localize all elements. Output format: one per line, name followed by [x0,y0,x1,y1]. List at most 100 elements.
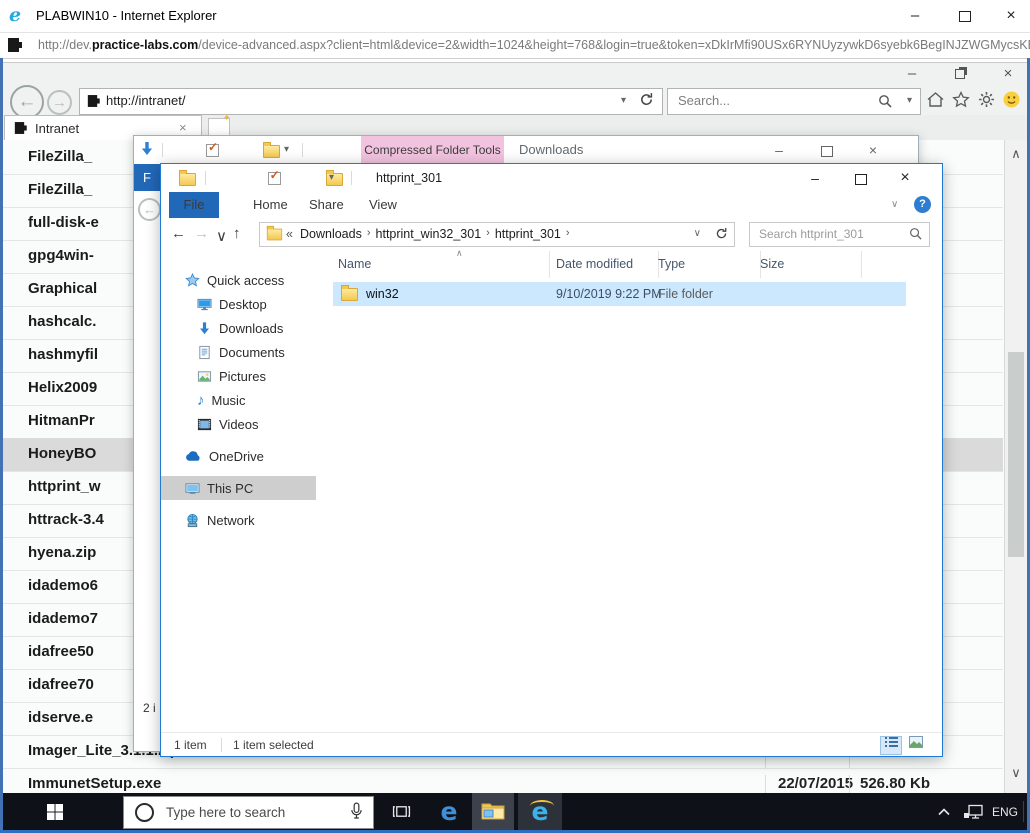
qat-folder-icon[interactable] [262,142,280,158]
breadcrumb[interactable]: « Downloads › httprint_win32_301 › httprint_… [259,222,710,247]
taskbar-internet-explorer-button[interactable]: e [518,793,562,830]
intranet-file-name[interactable]: gpg4win- [28,247,94,264]
intranet-file-name[interactable]: ImmunetSetup.exe [28,775,161,792]
tab-close-icon[interactable]: × [179,120,187,135]
compressed-folder-tools-tab[interactable]: Compressed Folder Tools [361,136,504,164]
favorites-star-icon[interactable] [952,90,970,112]
explorer-search-box[interactable]: Search httprint_301 [749,222,930,247]
column-header-name[interactable]: Name [333,251,550,278]
breadcrumb-segment[interactable]: httprint_win32_301 [376,227,482,241]
home-icon[interactable] [926,91,945,111]
downloads-back-button[interactable]: ← [138,198,161,221]
intranet-file-name[interactable]: httprint_w [28,478,101,495]
taskbar-search-box[interactable]: Type here to search [123,796,374,829]
intranet-file-name[interactable]: HitmanPr [28,412,95,429]
menu-tab-home[interactable]: Home [247,192,294,218]
nav-forward-icon[interactable]: → [194,225,209,242]
refresh-icon[interactable] [639,92,654,110]
inner-close-button[interactable]: × [991,65,1025,83]
search-dropdown-icon[interactable]: ▾ [907,95,912,106]
explorer-minimize-button[interactable]: – [798,167,832,189]
intranet-file-row[interactable]: ImmunetSetup.exe 22/07/2015 526.80 Kb [3,768,1003,793]
start-button[interactable] [0,793,110,830]
inner-minimize-button[interactable]: – [895,65,929,83]
microphone-icon[interactable] [350,802,363,824]
scroll-down-icon[interactable]: ∨ [1008,765,1024,781]
intranet-file-name[interactable]: idafree50 [28,643,94,660]
qat-dropdown-icon[interactable]: ▾ [284,144,289,155]
smiley-feedback-icon[interactable] [1003,91,1020,111]
details-view-button[interactable] [880,736,902,755]
intranet-file-name[interactable]: FileZilla_ [28,181,92,198]
qat-checkbox-icon[interactable] [206,140,219,157]
intranet-file-name[interactable]: idademo7 [28,610,98,627]
column-header-type[interactable]: Type [646,251,761,278]
menu-tab-file[interactable]: File [169,192,219,218]
ribbon-expand-chevron-icon[interactable]: ∨ [891,199,898,210]
breadcrumb-segment[interactable]: httprint_301 [495,227,561,241]
qat-checkbox-icon[interactable] [267,168,281,185]
explorer-maximize-button[interactable] [844,167,878,189]
intranet-file-name[interactable]: hyena.zip [28,544,96,561]
outer-maximize-button[interactable] [948,5,982,27]
intranet-file-name[interactable]: idademo6 [28,577,98,594]
explorer-window[interactable]: ▾ httprint_301 – × File Home Share View ∨ ?… [160,163,943,757]
column-header-size[interactable]: Size [748,251,862,278]
search-icon[interactable] [878,94,892,111]
tray-network-icon[interactable] [958,793,988,830]
tray-language-indicator[interactable]: ENG [988,793,1022,830]
breadcrumb-prefix[interactable]: « [286,227,293,241]
refresh-button[interactable] [708,222,735,247]
intranet-file-name[interactable]: Graphical [28,280,97,297]
intranet-file-name[interactable]: hashmyfil [28,346,98,363]
thumbnail-view-button[interactable] [906,736,926,753]
column-header-date-modified[interactable]: Date modified [544,251,659,278]
nav-up-icon[interactable]: ↑ [233,225,241,242]
tray-chevron-up-icon[interactable] [932,793,956,830]
intranet-file-name[interactable]: hashcalc. [28,313,96,330]
taskbar-file-explorer-button[interactable] [472,793,514,830]
help-icon[interactable]: ? [914,196,931,213]
show-desktop-divider[interactable] [1023,801,1024,822]
scroll-up-icon[interactable]: ∧ [1008,146,1024,162]
inner-restore-button[interactable] [943,65,977,83]
downloads-minimize-button[interactable]: – [762,139,796,161]
address-bar[interactable]: http://intranet/ ▾ [79,88,663,115]
scrollbar-thumb[interactable] [1008,352,1024,557]
menu-tab-share[interactable]: Share [303,192,350,218]
intranet-file-name[interactable]: full-disk-e [28,214,99,231]
explorer-close-button[interactable]: × [888,167,922,189]
task-view-button[interactable] [380,793,422,830]
breadcrumb-chevron-icon[interactable]: › [561,227,575,241]
breadcrumb-segment[interactable]: Downloads [300,227,362,241]
intranet-file-name[interactable]: HoneyBO [28,445,96,462]
nav-history-chevron-icon[interactable]: ∨ [216,227,227,245]
menu-tab-view[interactable]: View [363,192,403,218]
downloads-maximize-button[interactable] [810,139,844,161]
forward-button[interactable]: → [47,90,72,115]
intranet-file-name[interactable]: Helix2009 [28,379,97,396]
qat-dropdown-icon[interactable]: ▾ [329,172,334,183]
taskbar-edge-button[interactable]: e [428,793,470,830]
intranet-file-name[interactable]: idserve.e [28,709,93,726]
address-dropdown-icon[interactable]: ▾ [621,95,626,106]
intranet-file-name[interactable]: FileZilla_ [28,148,92,165]
nav-back-icon[interactable]: ← [171,225,186,242]
sidebar-item-quick-access[interactable]: Quick access [161,268,340,292]
sidebar-item-onedrive[interactable]: OneDrive [161,444,340,468]
sidebar-item-network[interactable]: Network [161,508,340,532]
downloads-close-button[interactable]: × [856,139,890,161]
back-button[interactable]: ← [10,85,44,119]
page-scrollbar[interactable]: ∧ ∨ [1004,140,1027,793]
intranet-file-name[interactable]: httrack-3.4 [28,511,104,528]
outer-minimize-button[interactable]: – [898,5,932,27]
intranet-file-name[interactable]: idafree70 [28,676,94,693]
breadcrumb-dropdown-icon[interactable]: ∨ [694,228,701,239]
file-row-selected[interactable]: win32 9/10/2019 9:22 PM File folder [333,282,906,306]
sidebar-item-this-pc[interactable]: This PC [161,476,340,500]
sort-ascending-icon[interactable]: ∧ [456,248,463,259]
outer-addressbar[interactable]: http://dev.practice-labs.com/device-adva… [0,33,1030,59]
outer-close-button[interactable]: × [994,5,1028,27]
browser-search-box[interactable]: Search... ▾ [667,88,921,115]
settings-gear-icon[interactable] [978,91,995,111]
